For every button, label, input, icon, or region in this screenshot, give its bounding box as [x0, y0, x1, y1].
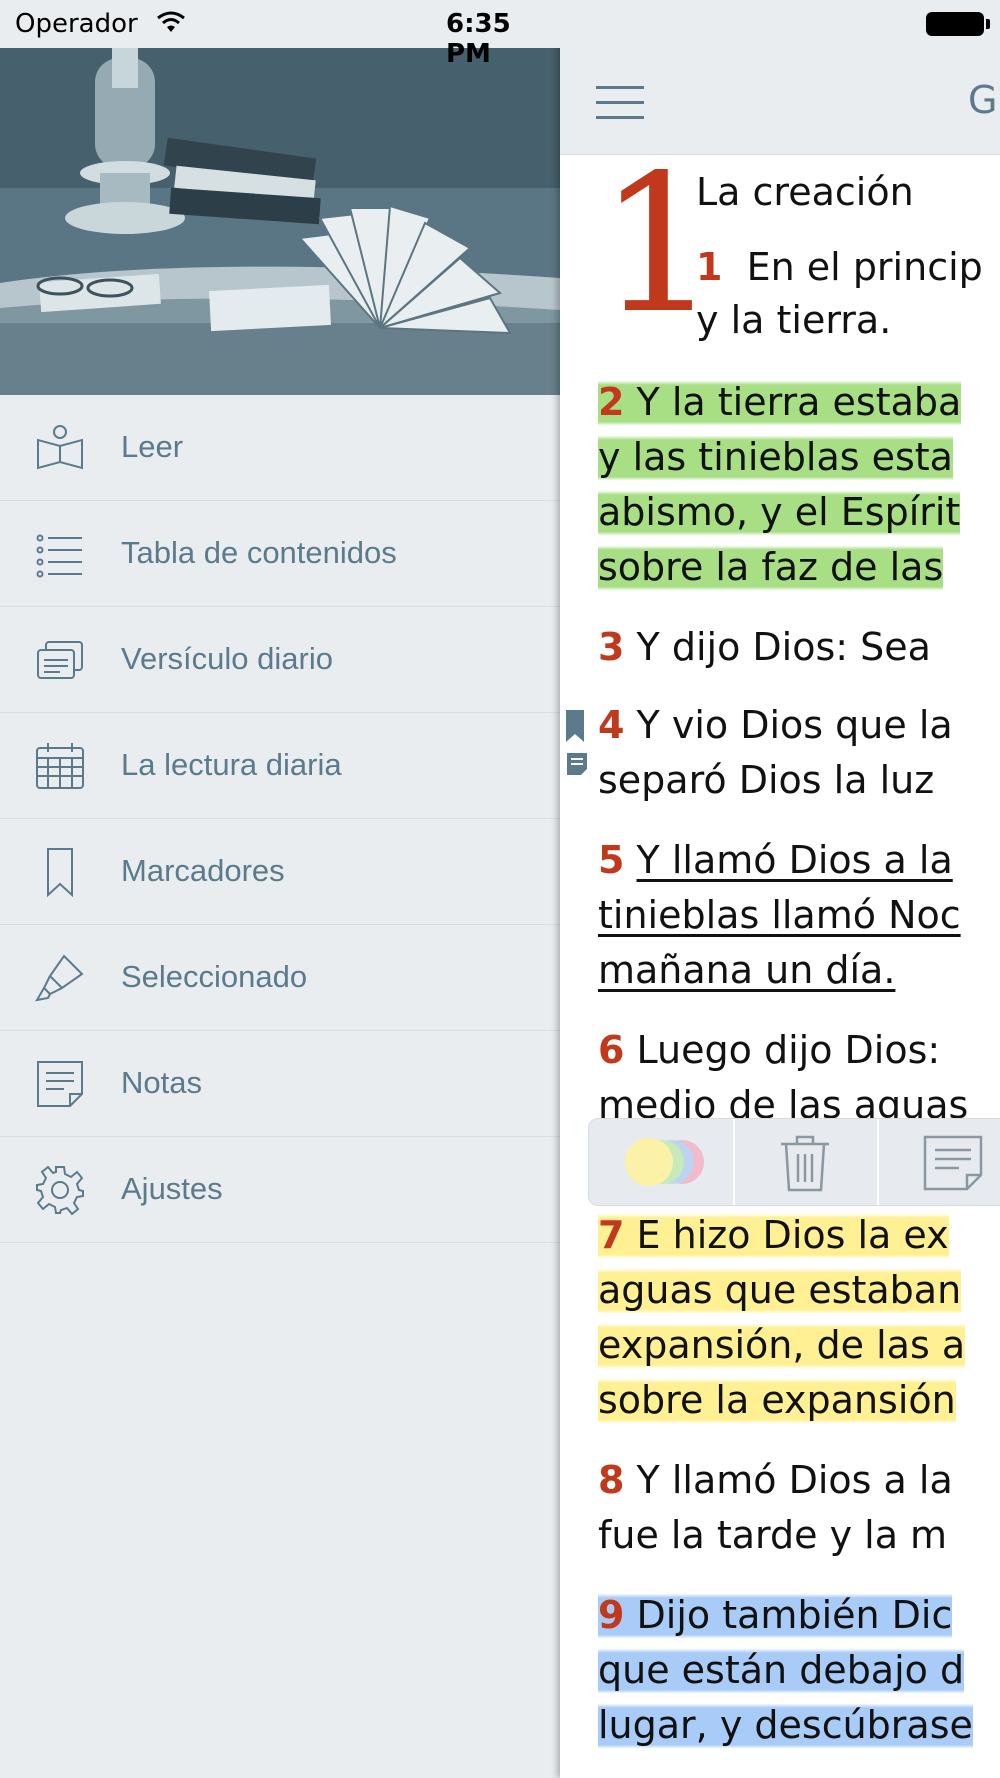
verse-text: Y llamó Dios a la [636, 838, 953, 882]
verse-text: Luego dijo Dios: [636, 1028, 941, 1072]
verse-9-line-2[interactable]: que están debajo d [598, 1643, 965, 1698]
menu-item-versiculo-diario[interactable]: Versículo diario [0, 607, 560, 713]
menu-label-leer: Leer [121, 429, 184, 464]
verse-number: 6 [598, 1028, 625, 1072]
verse-number: 5 [598, 838, 625, 882]
verse-text: Dijo también Dic [636, 1593, 953, 1637]
drawer-menu: Leer Tabla de contenidos Versículo diari… [0, 395, 560, 1243]
verse-text: Y la tierra estaba [636, 380, 962, 424]
verse-8-line-2[interactable]: fue la tarde y la m [598, 1508, 947, 1563]
toolbar-divider [733, 1119, 735, 1205]
color-picker-icon[interactable] [607, 1137, 717, 1187]
verse-number: 8 [598, 1458, 625, 1502]
verse-number: 7 [598, 1213, 625, 1257]
verse-9-line-3[interactable]: lugar, y descúbrase [598, 1698, 973, 1753]
toolbar-divider [877, 1119, 879, 1205]
verse-2-line-2[interactable]: y las tinieblas esta [598, 430, 953, 485]
verse-bookmark-icon[interactable] [566, 710, 584, 742]
note-icon[interactable] [923, 1135, 983, 1191]
verse-6-line-1[interactable]: 6 Luego dijo Dios: [598, 1023, 940, 1078]
side-drawer: Leer Tabla de contenidos Versículo diari… [0, 0, 560, 1778]
verse-4-line-2[interactable]: separó Dios la luz [598, 753, 934, 808]
verse-5-line-3[interactable]: mañana un día. [598, 943, 895, 998]
verse-5-line-1[interactable]: 5 Y llamó Dios a la [598, 833, 953, 888]
verse-number: 3 [598, 625, 625, 669]
wifi-icon [157, 11, 185, 32]
note-icon [37, 1061, 83, 1107]
bookmark-icon [47, 848, 73, 898]
verse-number: 2 [598, 380, 625, 424]
open-book-icon [37, 425, 83, 470]
verse-note-icon[interactable] [566, 752, 588, 776]
chapter-text: La creación 1 En el princip y la tierra.… [598, 155, 1000, 1778]
trash-icon[interactable] [779, 1134, 831, 1192]
verse-7-line-2[interactable]: aguas que estaban [598, 1263, 962, 1318]
verse-number: 4 [598, 703, 625, 747]
menu-item-marcadores[interactable]: Marcadores [0, 819, 560, 925]
menu-label-ajustes: Ajustes [121, 1171, 223, 1206]
selection-toolbar [588, 1118, 1000, 1206]
verse-text: Y llamó Dios a la [636, 1458, 953, 1502]
menu-item-leer[interactable]: Leer [0, 395, 560, 501]
verse-2-line-4[interactable]: sobre la faz de las [598, 540, 944, 595]
verse-7-line-1[interactable]: 7 E hizo Dios la ex [598, 1208, 949, 1263]
verse-text: Y vio Dios que la [636, 703, 953, 747]
battery-tip [986, 19, 990, 29]
verse-3-line-1[interactable]: 3 Y dijo Dios: Sea [598, 620, 931, 675]
chapter-heading: La creación [696, 170, 914, 214]
list-icon [36, 534, 82, 578]
menu-label-tabla-de-contenidos: Tabla de contenidos [121, 535, 397, 570]
menu-item-ajustes[interactable]: Ajustes [0, 1137, 560, 1243]
carrier-label: Operador [15, 9, 138, 39]
highlighter-icon [35, 954, 84, 1002]
verse-1-line-2[interactable]: y la tierra. [696, 293, 891, 348]
menu-label-seleccionado: Seleccionado [121, 959, 308, 994]
verse-text: Y dijo Dios: Sea [636, 625, 931, 669]
menu-label-marcadores: Marcadores [121, 853, 285, 888]
drawer-header-image [0, 48, 560, 395]
verse-5-line-2[interactable]: tinieblas llamó Noc [598, 888, 961, 943]
book-title[interactable]: G [968, 78, 997, 122]
battery-icon [926, 12, 984, 36]
cards-icon [37, 641, 83, 679]
verse-number: 1 [696, 245, 723, 289]
status-bar: Operador 6:35 PM [0, 0, 560, 69]
verse-number: 9 [598, 1593, 625, 1637]
verse-text: En el princip [746, 245, 983, 289]
verse-4-line-1[interactable]: 4 Y vio Dios que la [598, 698, 953, 753]
menu-item-notas[interactable]: Notas [0, 1031, 560, 1137]
menu-item-tabla-de-contenidos[interactable]: Tabla de contenidos [0, 501, 560, 607]
reader-panel: G 1 La creación 1 En el princip y la tie… [560, 0, 1000, 1778]
menu-hamburger-icon[interactable] [596, 86, 644, 120]
gear-icon [36, 1165, 84, 1216]
menu-label-versiculo-diario: Versículo diario [121, 641, 333, 676]
calendar-icon [36, 743, 84, 789]
verse-8-line-1[interactable]: 8 Y llamó Dios a la [598, 1453, 953, 1508]
verse-1-line-1[interactable]: 1 En el princip [696, 240, 983, 295]
verse-7-line-4[interactable]: sobre la expansión [598, 1373, 956, 1428]
menu-label-notas: Notas [121, 1065, 202, 1100]
verse-9-line-1[interactable]: 9 Dijo también Dic [598, 1588, 953, 1643]
verse-2-line-3[interactable]: abismo, y el Espírit [598, 485, 961, 540]
verse-text: E hizo Dios la ex [636, 1213, 949, 1257]
verse-2-line-1[interactable]: 2 Y la tierra estaba [598, 375, 962, 430]
menu-item-la-lectura-diaria[interactable]: La lectura diaria [0, 713, 560, 819]
status-time: 6:35 PM [446, 9, 511, 69]
verse-7-line-3[interactable]: expansión, de las a [598, 1318, 966, 1373]
menu-label-la-lectura-diaria: La lectura diaria [121, 747, 342, 782]
menu-item-seleccionado[interactable]: Seleccionado [0, 925, 560, 1031]
